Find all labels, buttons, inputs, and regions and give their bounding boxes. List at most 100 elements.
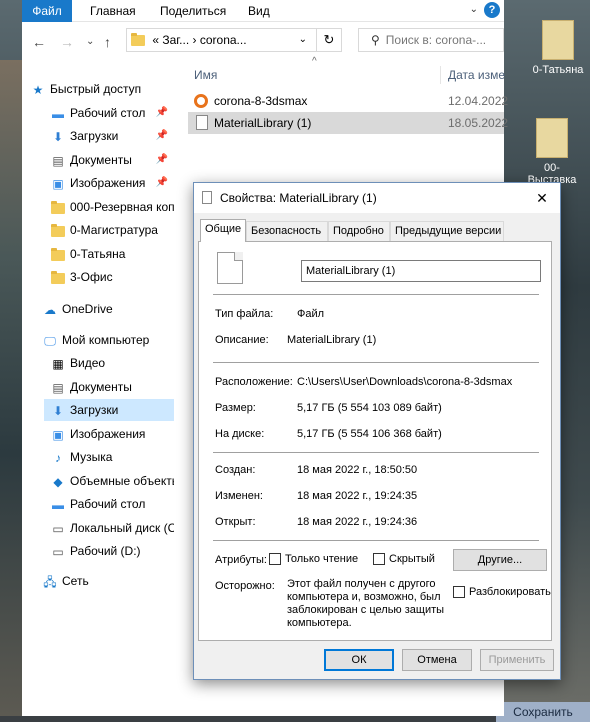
sidebar-item-drive-c[interactable]: ▭ Локальный диск (C	[50, 517, 174, 539]
pictures-icon: ▣	[52, 176, 64, 191]
documents-icon: ▤	[52, 153, 64, 168]
sidebar-item-label: 0-Татьяна	[70, 247, 126, 261]
caution-text: Этот файл получен с другого компьютера и…	[287, 578, 444, 630]
background-window-edge	[0, 60, 22, 716]
checkbox-icon	[453, 586, 465, 599]
desktop-folder-icon: ▬	[52, 497, 64, 512]
sidebar-item-drive-d[interactable]: ▭ Рабочий (D:)	[50, 540, 202, 562]
refresh-icon[interactable]: ↻	[316, 28, 342, 52]
tab-previous-versions[interactable]: Предыдущие версии	[390, 221, 504, 241]
apply-button[interactable]: Применить	[480, 649, 554, 671]
sidebar-item-pc-desktop[interactable]: ▬ Рабочий стол	[50, 493, 202, 515]
separator	[213, 452, 539, 453]
help-icon[interactable]: ?	[484, 2, 500, 18]
pin-icon[interactable]: 📌	[156, 125, 168, 147]
sidebar-item-quick-access[interactable]: ★ Быстрый доступ	[30, 78, 182, 100]
cloud-icon: ☁	[44, 302, 56, 317]
file-row[interactable]: corona-8-3dsmax 12.04.2022	[188, 90, 508, 112]
sidebar-item-label: Видео	[70, 356, 106, 370]
file-large-icon	[217, 252, 243, 284]
tab-security[interactable]: Безопасность	[246, 221, 328, 241]
sidebar-item-pc-documents[interactable]: ▤ Документы	[50, 376, 202, 398]
sidebar-item-pictures[interactable]: ▣ Изображения 📌	[50, 172, 202, 194]
column-header-name[interactable]: Имя	[194, 62, 217, 88]
network-icon: 🖧	[43, 574, 57, 589]
sidebar-item-office[interactable]: 3-Офис	[50, 266, 174, 288]
save-button[interactable]: Сохранить	[496, 702, 590, 722]
search-icon: ⚲	[371, 33, 380, 47]
chevron-down-icon[interactable]: ⌄	[86, 36, 94, 47]
ok-button[interactable]: ОК	[324, 649, 394, 671]
opened-value: 18 мая 2022 г., 19:24:36	[297, 516, 418, 528]
attributes-label: Атрибуты:	[215, 554, 267, 566]
tab-view[interactable]: Вид	[236, 0, 282, 22]
breadcrumb[interactable]: « Заг... › corona...	[152, 33, 246, 47]
desktop-shortcut-exhibition[interactable]: 00-Выставка	[522, 118, 582, 186]
sidebar-item-tatyana[interactable]: 0-Татьяна	[50, 243, 174, 265]
search-input[interactable]: ⚲ Поиск в: corona-...	[358, 28, 504, 52]
dialog-titlebar[interactable]: Свойства: MaterialLibrary (1) ✕	[194, 183, 560, 213]
download-icon: ⬇	[52, 403, 64, 418]
sidebar-item-downloads[interactable]: ⬇ Загрузки 📌	[50, 125, 202, 147]
sidebar-item-label: 000-Резервная коп	[70, 200, 174, 214]
sidebar-item-label: 3-Офис	[70, 270, 113, 284]
tab-file[interactable]: Файл	[22, 0, 72, 22]
file-name: MaterialLibrary (1)	[214, 116, 312, 130]
file-row[interactable]: MaterialLibrary (1) 18.05.2022	[188, 112, 508, 134]
pin-icon[interactable]: 📌	[156, 172, 168, 194]
size-label: Размер:	[215, 402, 256, 414]
sidebar-item-videos[interactable]: ▦ Видео	[50, 352, 202, 374]
sidebar-item-this-pc[interactable]: 🖵 Мой компьютер	[42, 329, 194, 351]
file-date: 18.05.2022	[448, 116, 509, 130]
file-name-field[interactable]: MaterialLibrary (1)	[301, 260, 541, 282]
desktop-folder-icon: ▬	[52, 106, 64, 121]
sidebar-item-pc-pictures[interactable]: ▣ Изображения	[50, 423, 202, 445]
back-arrow-icon[interactable]: ←	[32, 34, 46, 50]
sidebar-item-pc-downloads[interactable]: ⬇ Загрузки	[44, 399, 174, 421]
checkbox-icon	[373, 553, 385, 566]
readonly-checkbox[interactable]: Только чтение	[269, 553, 358, 566]
caution-line: Этот файл получен с другого	[287, 578, 436, 590]
hidden-checkbox[interactable]: Скрытый	[373, 553, 435, 566]
music-icon: ♪	[55, 450, 61, 465]
sidebar-item-label: OneDrive	[62, 302, 113, 316]
unblock-checkbox[interactable]: Разблокировать	[453, 586, 551, 599]
desktop-shortcut-tatyana[interactable]: 0-Татьяна	[528, 20, 588, 76]
tab-share[interactable]: Поделиться	[148, 0, 238, 22]
modified-value: 18 мая 2022 г., 19:24:35	[297, 490, 418, 502]
opened-label: Открыт:	[215, 516, 256, 528]
advanced-button[interactable]: Другие...	[453, 549, 547, 571]
sidebar-item-label: Мой компьютер	[62, 333, 150, 347]
address-bar[interactable]: « Заг... › corona... ⌄ ↻	[126, 28, 342, 52]
sidebar-item-3d-objects[interactable]: ◆ Объемные объекты	[50, 470, 174, 492]
pin-icon[interactable]: 📌	[156, 102, 168, 124]
documents-icon: ▤	[52, 380, 64, 395]
search-placeholder: Поиск в: corona-...	[385, 33, 487, 47]
forward-arrow-icon[interactable]: →	[60, 34, 74, 50]
column-header-date[interactable]: Дата измe	[448, 62, 505, 88]
cancel-button[interactable]: Отмена	[402, 649, 472, 671]
chevron-down-icon[interactable]: ⌄	[470, 4, 478, 15]
video-icon: ▦	[52, 356, 64, 371]
sidebar-item-documents[interactable]: ▤ Документы 📌	[50, 149, 202, 171]
drive-icon: ▭	[52, 544, 64, 559]
tab-general[interactable]: Общие	[200, 219, 246, 242]
sidebar-item-music[interactable]: ♪ Музыка	[50, 446, 202, 468]
sidebar-item-desktop[interactable]: ▬ Рабочий стол 📌	[50, 102, 202, 124]
close-icon[interactable]: ✕	[530, 183, 554, 213]
sidebar-item-backup[interactable]: 000-Резервная коп	[50, 196, 174, 218]
chevron-down-icon[interactable]: ⌄	[299, 29, 307, 51]
column-divider[interactable]	[440, 66, 441, 84]
tab-details[interactable]: Подробно	[328, 221, 390, 241]
sidebar-item-label: Загрузки	[70, 129, 119, 143]
sidebar-item-onedrive[interactable]: ☁ OneDrive	[42, 298, 194, 320]
created-value: 18 мая 2022 г., 18:50:50	[297, 464, 418, 476]
sidebar-item-label: Документы	[70, 153, 132, 167]
computer-icon: 🖵	[44, 333, 56, 348]
tab-home[interactable]: Главная	[78, 0, 148, 22]
location-value: C:\Users\User\Downloads\corona-8-3dsmax	[297, 376, 513, 388]
up-arrow-icon[interactable]: ↑	[104, 34, 111, 50]
sidebar-item-network[interactable]: 🖧 Сеть	[42, 570, 194, 592]
pin-icon[interactable]: 📌	[156, 149, 168, 171]
sidebar-item-masters[interactable]: 0-Магистратура	[50, 219, 174, 241]
